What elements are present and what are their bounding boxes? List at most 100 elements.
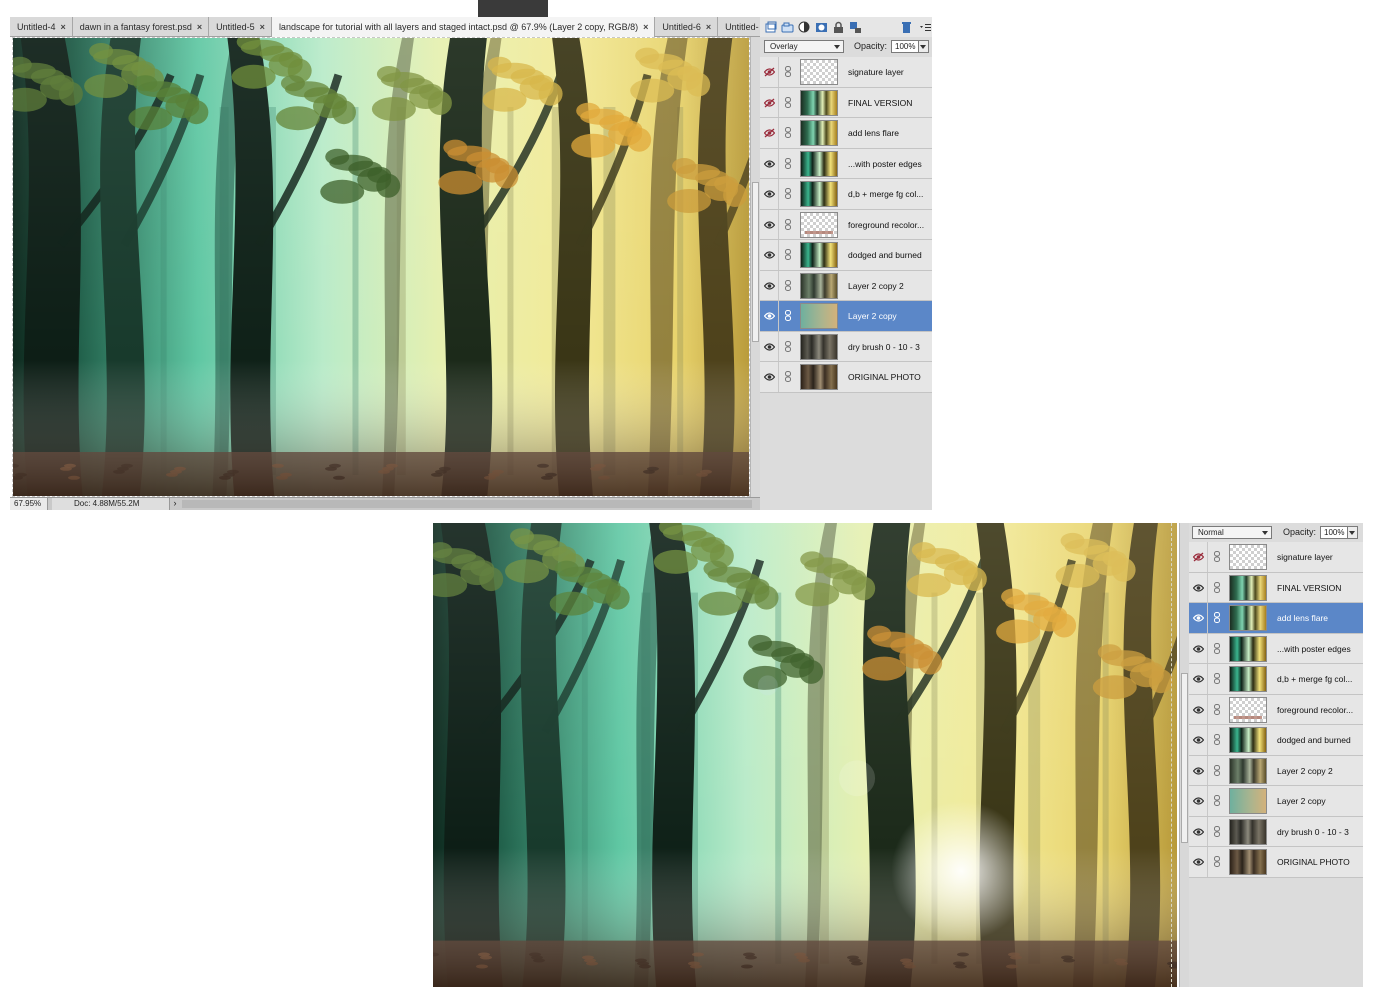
eye-icon[interactable] (1192, 827, 1205, 837)
vertical-scroll-thumb[interactable] (752, 182, 759, 342)
blend-mode-select[interactable]: Normal (1192, 525, 1272, 539)
document-canvas[interactable] (433, 523, 1177, 987)
layer-thumbnail[interactable] (1229, 666, 1267, 692)
layer-thumbnail[interactable] (1229, 757, 1267, 784)
link-icon[interactable] (785, 371, 791, 382)
layer-name[interactable]: add lens flare (1277, 603, 1328, 633)
link-icon[interactable] (1214, 734, 1220, 745)
layer-name[interactable]: dry brush 0 - 10 - 3 (1277, 817, 1349, 847)
layer-thumbnail[interactable] (800, 89, 838, 116)
link-icon[interactable] (1214, 581, 1220, 593)
eye-icon[interactable] (1192, 735, 1205, 745)
layer-thumbnail[interactable] (800, 303, 838, 329)
link-icon[interactable] (785, 340, 791, 352)
layer-name[interactable]: ORIGINAL PHOTO (1277, 847, 1350, 877)
layer-name[interactable]: ...with poster edges (848, 149, 922, 179)
eye-icon[interactable] (763, 220, 776, 230)
eye-icon[interactable] (1192, 857, 1205, 867)
eye-icon[interactable] (763, 250, 776, 260)
link-icon[interactable] (1214, 642, 1220, 654)
document-canvas[interactable] (12, 37, 750, 497)
link-icon[interactable] (785, 96, 791, 108)
group-icon[interactable] (781, 21, 794, 34)
link-icon[interactable] (785, 66, 791, 77)
layer-name[interactable]: FINAL VERSION (1277, 573, 1341, 603)
layer-row[interactable]: ...with poster edges (760, 148, 932, 179)
layer-name[interactable]: signature layer (848, 57, 904, 87)
eye-icon[interactable] (763, 372, 776, 382)
layer-row[interactable]: d,b + merge fg col... (760, 179, 932, 210)
link-icon[interactable] (785, 249, 791, 260)
document-tab[interactable]: Untitled-6 × (655, 17, 719, 37)
layer-name[interactable]: add lens flare (848, 118, 899, 148)
eye-hidden-icon[interactable] (763, 128, 776, 138)
layer-row[interactable]: Layer 2 copy 2 (1189, 755, 1363, 786)
layer-name[interactable]: Layer 2 copy (848, 301, 897, 331)
layer-name[interactable]: d,b + merge fg col... (848, 179, 923, 209)
layer-row[interactable]: dodged and burned (760, 240, 932, 271)
layer-thumbnail[interactable] (800, 59, 838, 85)
link-icon[interactable] (785, 127, 791, 138)
eye-icon[interactable] (763, 311, 776, 321)
link-icon[interactable] (785, 218, 791, 230)
lock-icon[interactable] (832, 21, 845, 34)
layer-name[interactable]: foreground recolor... (848, 210, 924, 240)
layer-name[interactable]: Layer 2 copy (1277, 786, 1326, 816)
layer-name[interactable]: FINAL VERSION (848, 88, 912, 118)
document-tab[interactable]: Untitled-5 × (209, 17, 272, 37)
close-tab-icon[interactable]: × (61, 18, 66, 37)
opacity-dropdown-button[interactable] (1348, 525, 1359, 539)
layer-thumbnail[interactable] (1229, 635, 1267, 662)
link-icon[interactable] (1214, 764, 1220, 776)
link-icon[interactable] (785, 157, 791, 169)
layer-row[interactable]: add lens flare (760, 118, 932, 149)
layer-thumbnail[interactable] (800, 211, 838, 238)
layer-thumbnail[interactable] (800, 150, 838, 177)
vertical-scrollbar[interactable] (750, 37, 760, 497)
eye-icon[interactable] (763, 342, 776, 352)
link-icon[interactable] (1214, 703, 1220, 715)
eye-icon[interactable] (1192, 796, 1205, 806)
adjustment-icon[interactable] (798, 21, 811, 34)
layer-row[interactable]: foreground recolor... (1189, 694, 1363, 725)
zoom-level-field[interactable]: 67.95% (10, 498, 48, 510)
layer-name[interactable]: dry brush 0 - 10 - 3 (848, 332, 920, 362)
layer-row[interactable]: Layer 2 copy (1189, 786, 1363, 817)
layer-thumbnail[interactable] (1229, 544, 1267, 570)
eye-icon[interactable] (1192, 766, 1205, 776)
layer-name[interactable]: d,b + merge fg col... (1277, 664, 1352, 694)
layer-thumbnail[interactable] (800, 242, 838, 268)
layer-row[interactable]: Layer 2 copy 2 (760, 270, 932, 301)
eye-hidden-icon[interactable] (763, 98, 776, 108)
document-tab[interactable]: Untitled-4 × (10, 17, 73, 37)
eye-icon[interactable] (763, 189, 776, 199)
link-icon[interactable] (1214, 551, 1220, 562)
opacity-dropdown-button[interactable] (919, 39, 930, 53)
layer-name[interactable]: ...with poster edges (1277, 634, 1351, 664)
vertical-scroll-thumb[interactable] (1181, 673, 1188, 843)
layer-row[interactable]: ORIGINAL PHOTO (1189, 847, 1363, 878)
eye-icon[interactable] (763, 281, 776, 291)
link-icon[interactable] (1214, 825, 1220, 837)
layer-row[interactable]: signature layer (760, 57, 932, 88)
layer-thumbnail[interactable] (1229, 818, 1267, 845)
layer-row[interactable]: FINAL VERSION (760, 87, 932, 118)
opacity-input[interactable]: 100% (891, 39, 920, 53)
link-icon[interactable] (1214, 612, 1220, 623)
layer-thumbnail[interactable] (800, 364, 838, 390)
eye-icon[interactable] (1192, 583, 1205, 593)
eye-icon[interactable] (1192, 674, 1205, 684)
opacity-input[interactable]: 100% (1320, 525, 1349, 539)
layer-thumbnail[interactable] (800, 181, 838, 207)
link-icon[interactable] (785, 310, 791, 321)
link-icon[interactable] (1214, 673, 1220, 684)
layer-name[interactable]: signature layer (1277, 542, 1333, 572)
mask-icon[interactable] (815, 21, 828, 34)
link-icon[interactable] (785, 188, 791, 199)
blend-mode-select[interactable]: Overlay (764, 39, 844, 53)
layer-row[interactable]: add lens flare (1189, 603, 1363, 634)
layer-thumbnail[interactable] (1229, 788, 1267, 814)
eye-icon[interactable] (763, 159, 776, 169)
layer-thumbnail[interactable] (1229, 727, 1267, 753)
layer-row[interactable]: d,b + merge fg col... (1189, 664, 1363, 695)
